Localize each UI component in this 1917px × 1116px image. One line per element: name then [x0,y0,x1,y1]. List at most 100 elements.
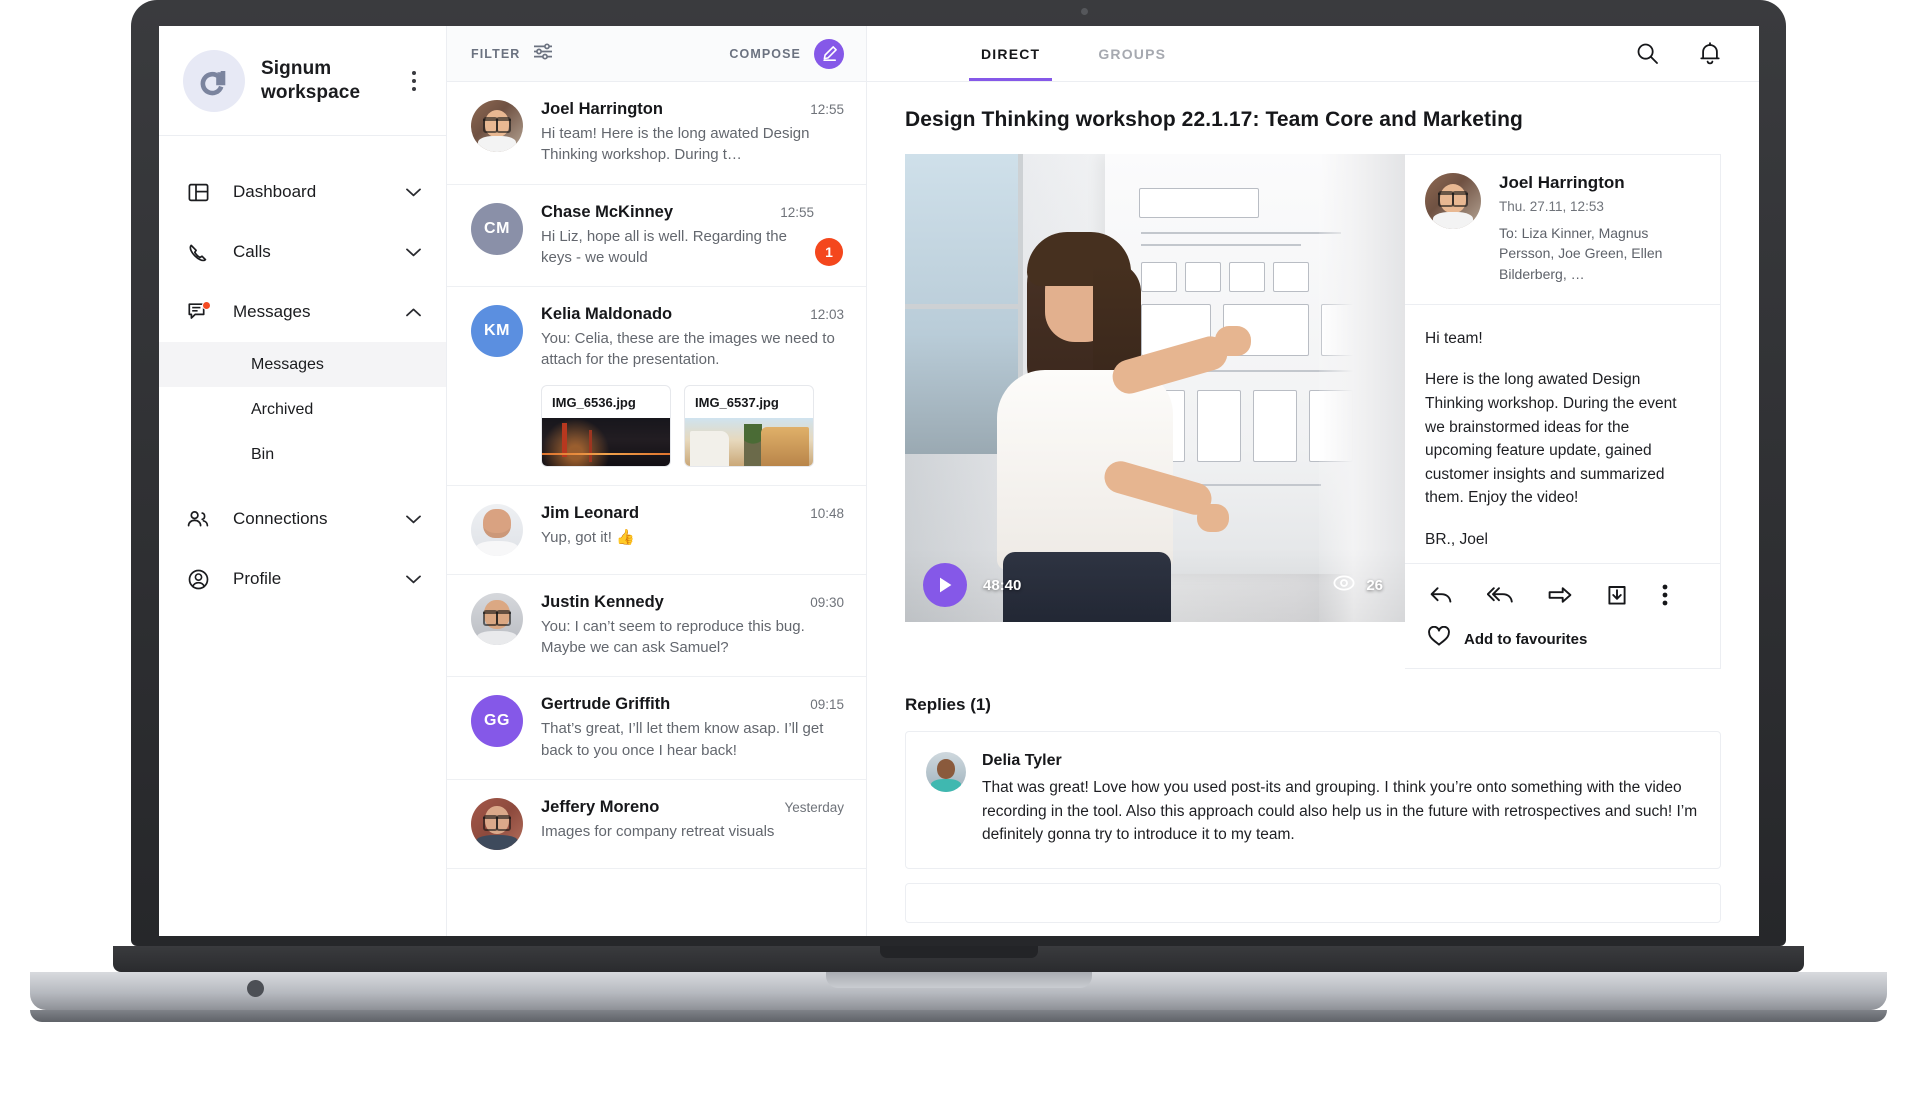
replies-title: Replies (1) [905,695,991,715]
forward-icon[interactable] [1548,586,1572,604]
message-panel: Joel Harrington Thu. 27.11, 12:53 To: Li… [1405,154,1721,670]
download-icon[interactable] [1606,585,1628,606]
conversation-item-jim-leonard[interactable]: Jim Leonard 10:48 Yup, got it! 👍 [447,485,866,575]
bell-icon[interactable] [1699,41,1721,66]
message-header: Joel Harrington Thu. 27.11, 12:53 To: Li… [1405,155,1720,305]
chevron-down-icon[interactable] [406,574,424,584]
conversation-preview: You: I can’t seem to reproduce this bug.… [541,617,805,657]
conversation-sender: Gertrude Griffith [541,695,671,714]
webcam-icon [1081,8,1088,15]
bridge-night-thumb [542,417,670,466]
power-indicator [247,980,264,997]
reply-item-partial[interactable] [905,883,1721,924]
tab-label: DIRECT [981,45,1041,62]
video-duration: 48:40 [983,576,1022,594]
conversation-sender: Chase McKinney [541,202,674,221]
conversation-time: Yesterday [784,799,844,815]
view-count-label: 26 [1366,576,1383,594]
message-paragraph: Here is the long awated Design Thinking … [1425,371,1677,507]
conversation-item-kelia-maldonado[interactable]: KM Kelia Maldonado 12:03 You: Celia, the… [447,287,866,486]
detail-topbar: DIRECT GROUPS [867,26,1759,82]
avatar [471,503,523,556]
chevron-down-icon[interactable] [406,514,424,524]
message-paragraph: Hi team! [1425,329,1483,347]
dashboard-icon [185,182,211,203]
video-player[interactable]: 48:40 26 [905,154,1405,622]
conversation-scroll-area[interactable]: Joel Harrington 12:55 Hi team! Here is t… [447,82,866,936]
laptop-foot [30,1010,1887,1022]
conversation-time: 10:48 [810,505,844,521]
avatar-initials-label: KM [484,322,510,340]
sidebar-item-connections[interactable]: Connections [159,489,446,549]
detail-body: Design Thinking workshop 22.1.17: Team C… [867,82,1759,936]
sidebar-item-calls[interactable]: Calls [159,222,446,282]
sidebar-item-label: Connections [233,509,328,528]
tab-groups[interactable]: GROUPS [1094,26,1170,81]
message-icon [185,301,211,322]
conversation-preview: Hi team! Here is the long awated Design … [541,125,810,164]
avatar-initials-label: GG [484,712,510,730]
message-detail-column: DIRECT GROUPS Design Thinking workshop 2… [867,26,1759,936]
chevron-down-icon[interactable] [406,247,424,257]
sidebar-item-dashboard[interactable]: Dashboard [159,162,446,222]
conversation-time: 09:30 [810,594,844,610]
video-view-count: 26 [1333,575,1383,595]
unread-count-badge: 1 [815,238,843,267]
avatar [471,797,523,850]
attachment-card[interactable]: IMG_6536.jpg [541,384,671,467]
conversation-item-gertrude-griffith[interactable]: GG Gertrude Griffith 09:15 That’s great,… [447,677,866,780]
attachment-filename: IMG_6537.jpg [695,394,779,410]
reply-all-icon[interactable] [1487,585,1514,605]
reply-item[interactable]: Delia Tyler That was great! Love how you… [905,731,1721,870]
sidebar-item-messages[interactable]: Messages [159,282,446,342]
sliders-icon[interactable] [533,42,553,65]
topbar-actions [1636,41,1721,66]
conversation-time: 09:15 [810,697,844,713]
conversation-item-jeffery-moreno[interactable]: Jeffery Moreno Yesterday Images for comp… [447,779,866,869]
conversation-sender: Jeffery Moreno [541,797,660,816]
conversation-item-joel-harrington[interactable]: Joel Harrington 12:55 Hi team! Here is t… [447,82,866,185]
favourites-label: Add to favourites [1464,630,1588,648]
sidebar-item-label: Messages [233,302,311,321]
more-vertical-icon[interactable] [1662,584,1668,606]
more-vertical-icon[interactable] [402,70,426,91]
message-body: Hi team! Here is the long awated Design … [1405,305,1720,563]
pencil-icon[interactable] [814,38,844,69]
user-circle-icon [185,569,211,590]
conversation-preview: Hi Liz, hope all is well. Regarding the … [541,227,787,266]
sidebar-item-messages-bin[interactable]: Bin [159,432,446,477]
sidebar-item-profile[interactable]: Profile [159,549,446,609]
conversation-list-column: FILTER COMPOSE Joel Harrington 12:55 Hi … [447,26,867,936]
add-to-favourites-button[interactable]: Add to favourites [1425,626,1700,652]
conversation-preview: That’s great, I’ll let them know asap. I… [541,720,824,759]
sidebar-nav: Dashboard Calls Messages Messages Archiv… [159,136,446,609]
tab-bar: DIRECT GROUPS [968,26,1220,81]
sidebar-item-messages-archived[interactable]: Archived [159,387,446,432]
unread-indicator-dot [202,301,211,310]
sidebar-subitem-label: Messages [251,355,324,373]
laptop-hinge-notch [880,946,1038,958]
compose-button[interactable]: COMPOSE [729,38,844,69]
conversation-item-justin-kennedy[interactable]: Justin Kennedy 09:30 You: I can’t seem t… [447,574,866,678]
avatar [471,100,523,152]
attachment-card[interactable]: IMG_6537.jpg [684,384,814,467]
sidebar-item-messages-messages[interactable]: Messages [159,342,446,387]
conversation-item-chase-mckinney[interactable]: CM Chase McKinney 12:55 Hi Liz, hope all… [447,184,866,288]
play-icon[interactable] [923,563,967,607]
reply-icon[interactable] [1429,585,1453,605]
conversation-preview: Images for company retreat visuals [541,822,775,840]
list-toolbar: FILTER COMPOSE [447,26,866,82]
avatar [471,592,523,645]
sidebar-item-label: Profile [233,569,282,588]
workspace-header[interactable]: Signum workspace [159,26,446,136]
avatar-initials: KM [471,305,523,358]
chevron-down-icon[interactable] [406,187,424,197]
workspace-name: Signum workspace [261,57,361,103]
filter-button[interactable]: FILTER [471,42,553,65]
message-sender: Joel Harrington [1499,173,1625,192]
chevron-up-icon[interactable] [406,307,424,317]
conversation-sender: Joel Harrington [541,100,663,118]
tab-direct[interactable]: DIRECT [968,26,1053,81]
search-icon[interactable] [1636,42,1659,65]
filter-label: FILTER [471,46,521,61]
